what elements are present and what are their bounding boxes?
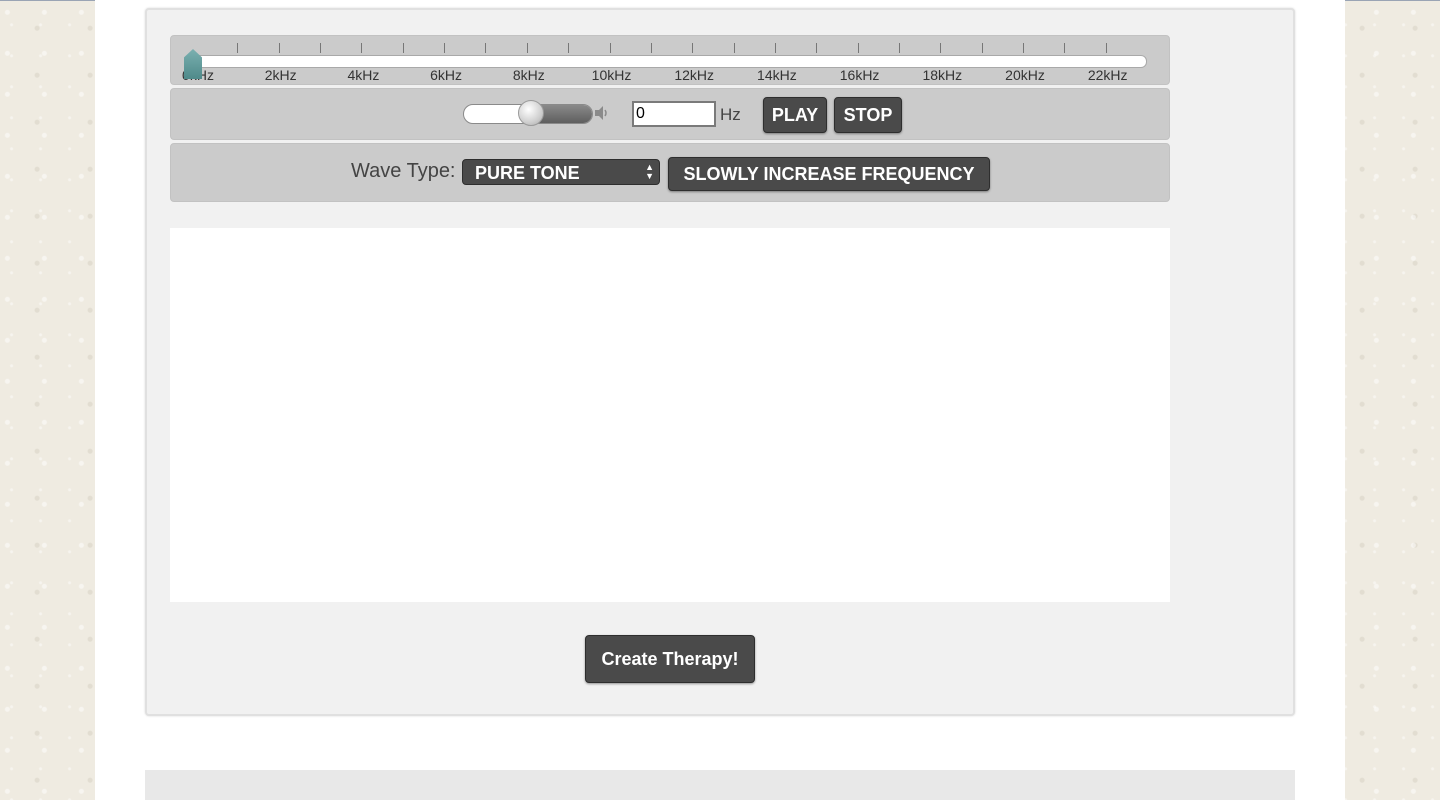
- wave-type-selected: PURE TONE: [475, 163, 580, 183]
- play-button[interactable]: PLAY: [763, 97, 827, 133]
- slider-tick: [1064, 43, 1066, 53]
- frequency-input[interactable]: [632, 101, 716, 127]
- slider-tick-label: 2kHz: [264, 67, 297, 83]
- slider-tick: [898, 43, 900, 53]
- slider-tick-label: 6kHz: [430, 67, 463, 83]
- slider-tick: [650, 43, 652, 53]
- slider-tick: [568, 43, 570, 53]
- slider-tick-label: 18kHz: [922, 67, 963, 83]
- slider-tick-label: 8kHz: [512, 67, 545, 83]
- slider-tick-label: 12kHz: [674, 67, 715, 83]
- stop-button[interactable]: STOP: [834, 97, 902, 133]
- footer-section: [145, 770, 1295, 800]
- slider-tick: [733, 43, 735, 53]
- slider-tick: [526, 43, 528, 53]
- hz-unit-label: Hz: [720, 105, 741, 124]
- waveform-canvas: [170, 228, 1170, 602]
- slider-tick: [692, 43, 694, 53]
- slider-tick: [940, 43, 942, 53]
- wave-type-select[interactable]: PURE TONE ▲ ▼: [462, 159, 660, 185]
- slider-tick: [361, 43, 363, 53]
- slider-tick-label: 22kHz: [1087, 67, 1128, 83]
- slider-tick: [320, 43, 322, 53]
- slider-tick: [1105, 43, 1107, 53]
- slider-tick: [857, 43, 859, 53]
- slider-tick: [981, 43, 983, 53]
- slider-tick: [816, 43, 818, 53]
- slider-tick: [485, 43, 487, 53]
- slider-tick: [1023, 43, 1024, 53]
- create-therapy-button[interactable]: Create Therapy!: [585, 635, 755, 683]
- frequency-slider-thumb[interactable]: [184, 49, 202, 79]
- wave-type-label: Wave Type:: [351, 160, 456, 182]
- slider-tick: [774, 43, 776, 53]
- select-arrows-icon: ▲ ▼: [645, 162, 654, 181]
- slider-tick: [237, 43, 239, 53]
- controls-bar: Hz PLAY STOP: [170, 88, 1170, 140]
- volume-slider-knob[interactable]: [517, 100, 544, 126]
- page-container: 0kHz2kHz4kHz6kHz8kHz10kHz12kHz14kHz16kHz…: [95, 0, 1345, 800]
- slider-tick-label: 16kHz: [839, 67, 880, 83]
- wave-type-bar: Wave Type: PURE TONE ▲ ▼ SLOWLY INCREASE …: [170, 143, 1170, 202]
- slider-tick: [278, 43, 280, 53]
- frequency-slider-track[interactable]: [185, 55, 1147, 68]
- slider-tick-label: 20kHz: [1005, 67, 1045, 83]
- slider-tick-label: 4kHz: [347, 67, 380, 83]
- slider-tick: [444, 43, 446, 53]
- speaker-icon: [594, 105, 612, 121]
- slider-tick-label: 14kHz: [757, 67, 797, 83]
- frequency-slider-bar: 0kHz2kHz4kHz6kHz8kHz10kHz12kHz14kHz16kHz…: [170, 35, 1170, 85]
- slider-tick-label: 10kHz: [591, 67, 632, 83]
- slowly-increase-frequency-button[interactable]: SLOWLY INCREASE FREQUENCY: [668, 157, 990, 191]
- slider-tick: [402, 43, 404, 53]
- slider-tick: [609, 43, 611, 53]
